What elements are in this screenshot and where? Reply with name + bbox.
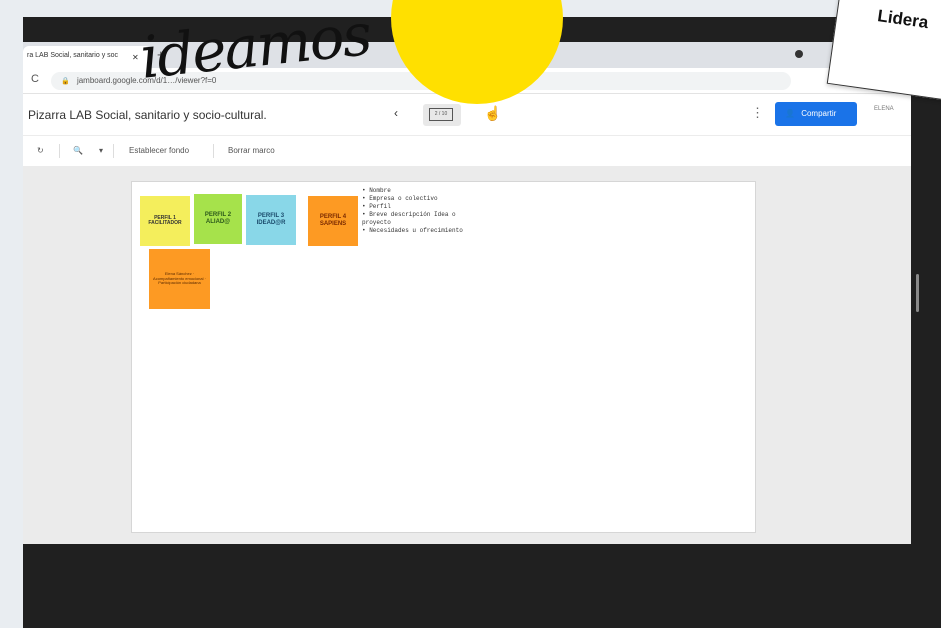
sticky-note[interactable]: PERFIL 3 IDEAD@R	[246, 195, 296, 245]
person-icon: 👤	[785, 109, 795, 118]
document-title[interactable]: Pizarra LAB Social, sanitario y socio-cu…	[28, 108, 267, 122]
sticky-text: PERFIL 4 SAPIENS	[319, 214, 347, 227]
sticky-note[interactable]: Elena Sánchez · Acompañamiento emocional…	[149, 249, 210, 309]
frame-bar-button[interactable]: 2 / 10	[423, 104, 461, 126]
browser-window: ra LAB Social, sanitario y soc ✕ + C 🔒 j…	[23, 42, 911, 544]
frame-counter: 2 / 10	[429, 108, 453, 121]
tab-title: ra LAB Social, sanitario y soc	[27, 52, 119, 59]
toolbar-divider	[213, 144, 214, 158]
tab-close-icon[interactable]: ✕	[132, 53, 139, 62]
more-options-icon[interactable]: ⋮	[751, 105, 764, 121]
share-label: Compartir	[801, 109, 837, 118]
toolbar: ↻ 🔍 ▾ Establecer fondo Borrar marco	[23, 136, 911, 166]
zoom-icon[interactable]: 🔍	[73, 146, 83, 155]
card-text: Lidera	[876, 6, 930, 33]
sticky-text: PERFIL 1 FACILITADOR	[148, 214, 182, 226]
set-background-button[interactable]: Establecer fondo	[129, 146, 189, 155]
lock-icon: 🔒	[61, 78, 70, 85]
previous-frame-button[interactable]: ‹	[394, 106, 398, 120]
canvas-area: PERFIL 1 FACILITADOR PERFIL 2 ALIAD@ PER…	[23, 166, 911, 544]
screenshot-stage: ra LAB Social, sanitario y soc ✕ + C 🔒 j…	[0, 0, 941, 628]
sticky-text: Elena Sánchez · Acompañamiento emocional…	[153, 271, 206, 286]
sticky-text: PERFIL 2 ALIAD@	[204, 212, 232, 225]
sticky-note[interactable]: PERFIL 2 ALIAD@	[194, 194, 242, 244]
toolbar-divider	[113, 144, 114, 158]
user-avatar[interactable]: ELENA	[874, 106, 894, 113]
clear-frame-button[interactable]: Borrar marco	[228, 146, 275, 155]
list-item: • Empresa o colectivo	[362, 195, 438, 202]
sticky-note[interactable]: PERFIL 1 FACILITADOR	[140, 196, 190, 246]
instructions-list: • Nombre • Empresa o colectivo • Perfil …	[362, 187, 463, 235]
reload-icon[interactable]: C	[31, 73, 39, 85]
hand-pointer-icon[interactable]: ☝	[484, 105, 501, 122]
toolbar-divider	[59, 144, 60, 158]
window-control-icon[interactable]	[795, 50, 803, 58]
redo-icon[interactable]: ↻	[37, 146, 44, 155]
list-item: • Nombre	[362, 187, 391, 194]
zoom-dropdown-icon[interactable]: ▾	[99, 146, 103, 155]
list-item: • Breve descripción Idea o	[362, 211, 456, 218]
share-button[interactable]: 👤 Compartir	[775, 102, 857, 126]
scrollbar-handle[interactable]	[916, 274, 919, 312]
list-item: • Perfil	[362, 203, 391, 210]
list-item: proyecto	[362, 219, 391, 226]
list-item: • Necesidades u ofrecimiento	[362, 227, 463, 234]
sticky-text: PERFIL 3 IDEAD@R	[256, 213, 286, 226]
browser-tab[interactable]: ra LAB Social, sanitario y soc ✕	[23, 46, 151, 68]
user-avatar-label: ELENA	[874, 106, 894, 112]
sticky-note[interactable]: PERFIL 4 SAPIENS	[308, 196, 358, 246]
jamboard-frame[interactable]: PERFIL 1 FACILITADOR PERFIL 2 ALIAD@ PER…	[131, 181, 756, 533]
